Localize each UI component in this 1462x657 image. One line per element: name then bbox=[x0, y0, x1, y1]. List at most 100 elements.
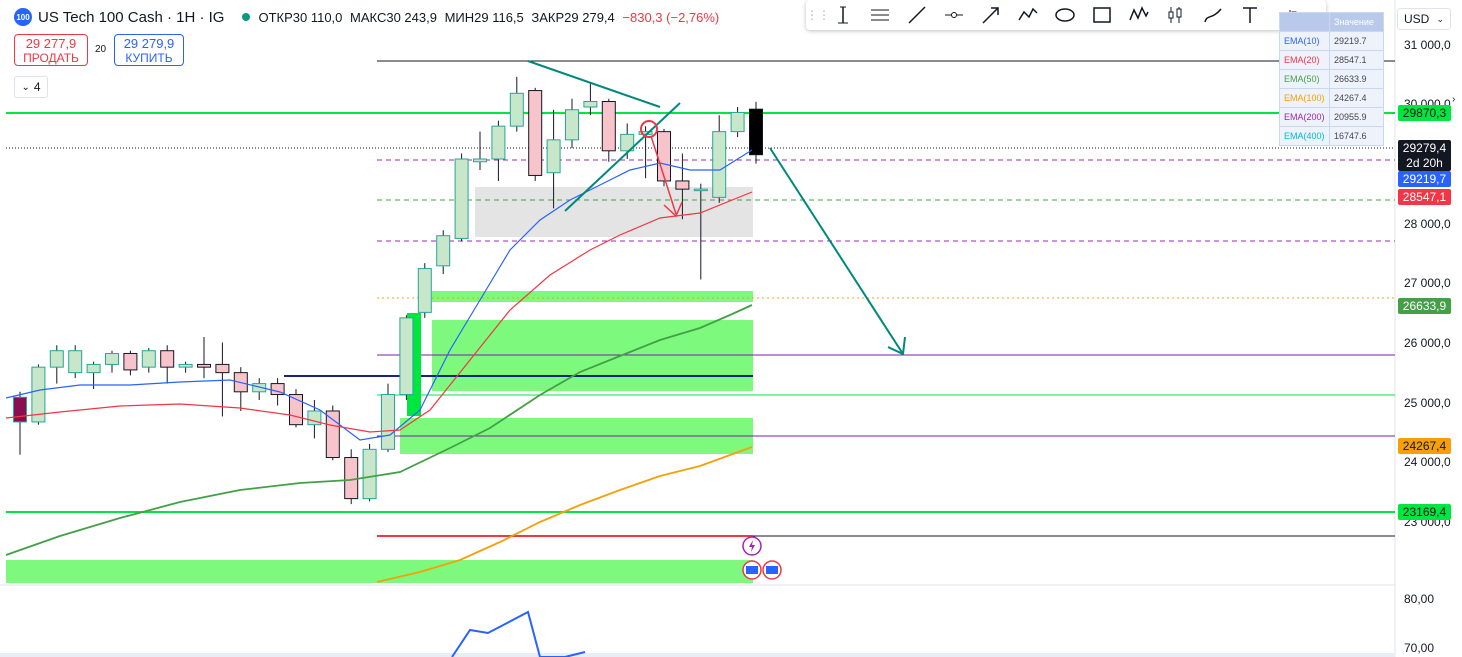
buy-button[interactable]: 29 279,9 КУПИТЬ bbox=[114, 34, 184, 66]
arrow-icon[interactable] bbox=[972, 1, 1009, 29]
ema-row: EMA(200) 20955.9 bbox=[1279, 107, 1384, 127]
ema-values-table: Значение EMA(10) 29219.7 EMA(20) 28547.1 E… bbox=[1279, 12, 1384, 146]
ema-value: 16747.6 bbox=[1329, 126, 1384, 146]
candle-body bbox=[417, 268, 432, 313]
candle-body bbox=[565, 109, 579, 141]
candle-body bbox=[657, 131, 671, 182]
ema-name: EMA(400) bbox=[1279, 126, 1330, 146]
candle-body bbox=[197, 363, 211, 368]
osc-axis-label: 70,00 bbox=[1404, 641, 1435, 655]
candle-body bbox=[583, 101, 598, 108]
nasdaq-logo-icon: 100 bbox=[14, 8, 32, 26]
fib-icon[interactable] bbox=[1157, 1, 1194, 29]
collapse-arrow-icon[interactable]: › bbox=[1452, 94, 1455, 105]
candle-body bbox=[160, 350, 175, 368]
sell-label: ПРОДАТЬ bbox=[23, 51, 79, 65]
chart-canvas[interactable] bbox=[0, 0, 1462, 657]
symbol-title[interactable]: US Tech 100 Cash · 1H · IG bbox=[38, 9, 224, 26]
text-icon[interactable] bbox=[1231, 1, 1268, 29]
vertical-line-icon[interactable] bbox=[824, 1, 861, 29]
horizontal-lines-icon[interactable] bbox=[861, 1, 898, 29]
sell-button[interactable]: 29 277,9 ПРОДАТЬ bbox=[14, 34, 88, 66]
ema-name: EMA(10) bbox=[1279, 31, 1330, 51]
candle-body bbox=[528, 90, 543, 176]
ellipse-icon[interactable] bbox=[1046, 1, 1083, 29]
flag-glyph bbox=[746, 566, 758, 574]
last-price-tag: 29279,4 bbox=[1398, 140, 1451, 156]
candle-body bbox=[86, 363, 101, 374]
ema-row: EMA(100) 24267.4 bbox=[1279, 88, 1384, 108]
ema-value: 26633.9 bbox=[1329, 69, 1384, 89]
oscillator-line bbox=[451, 610, 586, 657]
candle-body bbox=[601, 101, 616, 152]
low-value: МИН29 116,5 bbox=[444, 9, 524, 25]
candle-body bbox=[491, 125, 506, 160]
indicators-toggle-button[interactable]: ⌄ 4 bbox=[14, 76, 48, 98]
spread-value: 20 bbox=[95, 44, 107, 55]
open-value: ОТКР30 110,0 bbox=[258, 9, 343, 25]
trend-line-icon[interactable] bbox=[898, 1, 935, 29]
buy-price: 29 279,9 bbox=[123, 36, 175, 51]
candle-body bbox=[509, 92, 524, 127]
ema10-tag: 29219,7 bbox=[1398, 171, 1451, 187]
pattern-icon[interactable] bbox=[1120, 1, 1157, 29]
market-status-icon bbox=[242, 13, 251, 21]
flag-glyph bbox=[766, 566, 778, 574]
ohlc-readout: ОТКР30 110,0 МАКС30 243,9 МИН29 116,5 ЗА… bbox=[258, 10, 723, 25]
polyline-icon[interactable] bbox=[1009, 1, 1046, 29]
price-axis-label: 26 000,0 bbox=[1404, 336, 1451, 350]
brush-icon[interactable] bbox=[1194, 1, 1231, 29]
close-value: ЗАКР29 279,4 bbox=[531, 9, 615, 25]
change-value: −830,3 (−2,76%) bbox=[622, 9, 720, 25]
candle-body bbox=[693, 188, 708, 192]
ema100-tag: 24267,4 bbox=[1398, 438, 1451, 454]
candle-body bbox=[399, 317, 414, 396]
candle-body bbox=[141, 350, 156, 368]
candle-body bbox=[749, 108, 763, 156]
candle-body bbox=[436, 235, 451, 267]
ema-value: 24267.4 bbox=[1329, 88, 1384, 108]
rectangle-icon[interactable] bbox=[1083, 1, 1120, 29]
ema-header-right: Значение bbox=[1329, 12, 1384, 32]
trend-line bbox=[527, 60, 661, 108]
high-value: МАКС30 243,9 bbox=[350, 9, 437, 25]
candle-body bbox=[13, 396, 27, 423]
price-axis-label: 31 000,0 bbox=[1404, 38, 1451, 52]
currency-select[interactable]: USD ⌄ bbox=[1397, 8, 1451, 30]
price-tag: 23169,4 bbox=[1398, 504, 1451, 520]
candle-body bbox=[344, 457, 359, 500]
candle-body bbox=[454, 158, 469, 239]
candle-body bbox=[730, 111, 745, 133]
ema-name: EMA(200) bbox=[1279, 107, 1330, 127]
ema-name: EMA(50) bbox=[1279, 69, 1330, 89]
ema50-tag: 26633,9 bbox=[1398, 298, 1451, 314]
price-axis-label: 28 000,0 bbox=[1404, 217, 1451, 231]
chevron-down-icon: ⌄ bbox=[21, 81, 30, 93]
buy-label: КУПИТЬ bbox=[125, 51, 173, 65]
countdown-tag: 2d 20h bbox=[1398, 155, 1451, 171]
chevron-down-icon: ⌄ bbox=[1436, 13, 1444, 24]
candle-body bbox=[362, 448, 377, 500]
indicators-count: 4 bbox=[33, 80, 41, 94]
candle-body bbox=[473, 158, 487, 163]
drag-handle-icon[interactable]: ⋮⋮ bbox=[806, 8, 830, 22]
ema-value: 20955.9 bbox=[1329, 107, 1384, 127]
ema-name: EMA(20) bbox=[1279, 50, 1330, 70]
osc-axis-label: 80,00 bbox=[1404, 592, 1435, 606]
forecast-arrow bbox=[769, 147, 904, 355]
candle-body bbox=[105, 352, 119, 365]
ema-row: EMA(10) 29219.7 bbox=[1279, 31, 1384, 51]
candle-body bbox=[215, 363, 230, 374]
ema-name: EMA(100) bbox=[1279, 88, 1330, 108]
ema-row: EMA(400) 16747.6 bbox=[1279, 126, 1384, 146]
candle-body bbox=[68, 350, 83, 374]
ema20-tag: 28547,1 bbox=[1398, 189, 1451, 205]
drawing-toolbar: ⋮⋮ bbox=[806, 0, 1326, 30]
horizontal-ray-icon[interactable] bbox=[935, 1, 972, 29]
ema-value: 28547.1 bbox=[1329, 50, 1384, 70]
ema-row: EMA(20) 28547.1 bbox=[1279, 50, 1384, 70]
candle-body bbox=[325, 410, 340, 459]
ema-header-left bbox=[1279, 12, 1330, 32]
price-axis-label: 25 000,0 bbox=[1404, 396, 1451, 410]
price-axis-label: 24 000,0 bbox=[1404, 455, 1451, 469]
